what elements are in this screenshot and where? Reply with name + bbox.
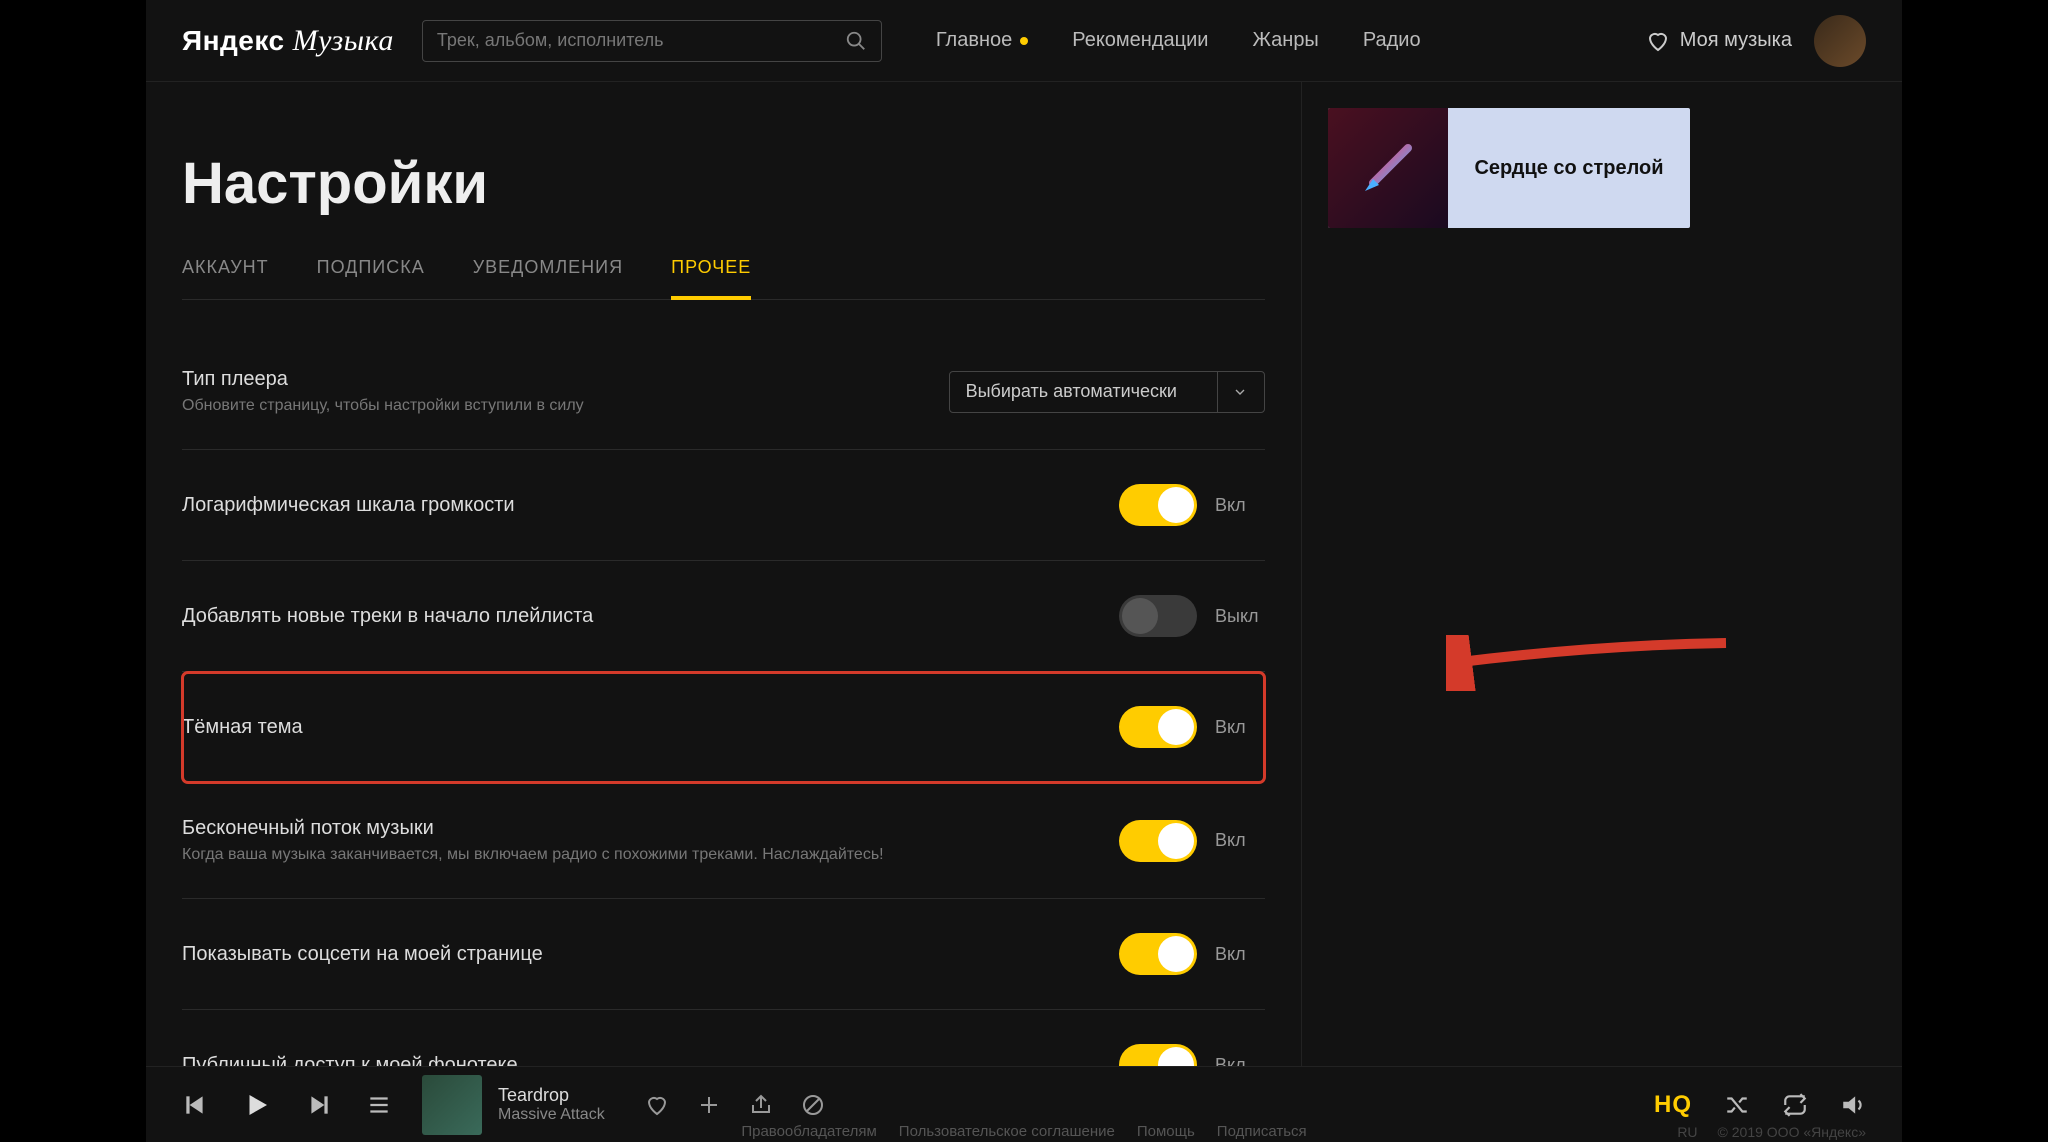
public-state: Вкл <box>1215 1055 1265 1067</box>
block-icon[interactable] <box>801 1093 825 1117</box>
dark-state: Вкл <box>1215 717 1265 738</box>
row-public: Публичный доступ к моей фонотеке Вкл <box>182 1010 1265 1066</box>
track-artist[interactable]: Massive Attack <box>498 1106 605 1124</box>
track-cover[interactable] <box>422 1075 482 1135</box>
tab-notifications[interactable]: УВЕДОМЛЕНИЯ <box>473 257 623 299</box>
page-title: Настройки <box>182 150 1265 217</box>
row-log-scale: Логарифмическая шкала громкости Вкл <box>182 450 1265 561</box>
promo-card[interactable]: Сердце со стрелой <box>1328 108 1690 228</box>
add-new-state: Выкл <box>1215 606 1265 627</box>
dark-toggle[interactable] <box>1119 706 1197 748</box>
add-icon[interactable] <box>697 1093 721 1117</box>
player-type-label: Тип плеера <box>182 368 584 391</box>
search-input[interactable] <box>437 30 845 51</box>
add-new-toggle[interactable] <box>1119 595 1197 637</box>
logo[interactable]: Яндекс Музыка <box>182 24 394 58</box>
public-toggle[interactable] <box>1119 1044 1197 1066</box>
add-new-label: Добавлять новые треки в начало плейлиста <box>182 605 593 628</box>
my-music-link[interactable]: Моя музыка <box>1646 29 1792 53</box>
player-bar: Teardrop Massive Attack HQ Правообладате… <box>146 1066 1902 1142</box>
player-type-select[interactable]: Выбирать автоматически <box>949 371 1265 413</box>
search-box[interactable] <box>422 20 882 62</box>
row-infinite: Бесконечный поток музыки Когда ваша музы… <box>182 783 1265 899</box>
infinite-label: Бесконечный поток музыки <box>182 817 884 840</box>
footer-agreement[interactable]: Пользовательское соглашение <box>899 1123 1115 1140</box>
footer-links: Правообладателям Пользовательское соглаш… <box>741 1123 1306 1140</box>
public-label: Публичный доступ к моей фонотеке <box>182 1054 518 1067</box>
nav-main-label: Главное <box>936 29 1012 52</box>
infinite-toggle[interactable] <box>1119 820 1197 862</box>
like-icon[interactable] <box>645 1093 669 1117</box>
hq-badge[interactable]: HQ <box>1654 1091 1692 1119</box>
footer-lang[interactable]: RU <box>1677 1124 1697 1140</box>
promo-art <box>1328 108 1448 228</box>
nav-main[interactable]: Главное <box>936 29 1028 52</box>
right-sidebar: Сердце со стрелой <box>1302 82 1902 1066</box>
track-title[interactable]: Teardrop <box>498 1085 605 1106</box>
tab-subscription[interactable]: ПОДПИСКА <box>317 257 425 299</box>
row-social: Показывать соцсети на моей странице Вкл <box>182 899 1265 1010</box>
shuffle-icon[interactable] <box>1724 1092 1750 1118</box>
footer-rights[interactable]: Правообладателям <box>741 1123 876 1140</box>
tab-other[interactable]: ПРОЧЕЕ <box>671 257 751 300</box>
repeat-icon[interactable] <box>1782 1092 1808 1118</box>
row-player-type: Тип плеера Обновите страницу, чтобы наст… <box>182 340 1265 450</box>
next-icon[interactable] <box>306 1092 332 1118</box>
log-scale-label: Логарифмическая шкала громкости <box>182 494 515 517</box>
queue-icon[interactable] <box>366 1092 392 1118</box>
promo-text: Сердце со стрелой <box>1448 157 1690 180</box>
search-icon[interactable] <box>845 30 867 52</box>
main-nav: Главное Рекомендации Жанры Радио <box>936 29 1421 52</box>
prev-icon[interactable] <box>182 1092 208 1118</box>
nav-radio[interactable]: Радио <box>1363 29 1421 52</box>
row-dark-theme: Тёмная тема Вкл <box>182 672 1265 783</box>
footer-help[interactable]: Помощь <box>1137 1123 1195 1140</box>
nav-genres[interactable]: Жанры <box>1252 29 1318 52</box>
chevron-down-icon <box>1217 372 1248 412</box>
heart-icon <box>1646 29 1670 53</box>
player-type-sub: Обновите страницу, чтобы настройки вступ… <box>182 397 584 415</box>
player-type-value: Выбирать автоматически <box>966 381 1177 402</box>
social-label: Показывать соцсети на моей странице <box>182 943 543 966</box>
play-icon[interactable] <box>242 1090 272 1120</box>
settings-content: Настройки АККАУНТ ПОДПИСКА УВЕДОМЛЕНИЯ П… <box>146 82 1302 1066</box>
header: Яндекс Музыка Главное Рекомендации Жанры… <box>146 0 1902 82</box>
logo-yandex: Яндекс <box>182 25 285 57</box>
footer-copy: © 2019 ООО «Яндекс» <box>1718 1124 1866 1140</box>
volume-icon[interactable] <box>1840 1092 1866 1118</box>
nav-dot-icon <box>1020 37 1028 45</box>
dark-label: Тёмная тема <box>182 716 303 739</box>
social-state: Вкл <box>1215 944 1265 965</box>
infinite-sub: Когда ваша музыка заканчивается, мы вклю… <box>182 846 884 864</box>
settings-tabs: АККАУНТ ПОДПИСКА УВЕДОМЛЕНИЯ ПРОЧЕЕ <box>182 257 1265 300</box>
social-toggle[interactable] <box>1119 933 1197 975</box>
my-music-label: Моя музыка <box>1680 29 1792 52</box>
log-scale-state: Вкл <box>1215 495 1265 516</box>
infinite-state: Вкл <box>1215 830 1265 851</box>
log-scale-toggle[interactable] <box>1119 484 1197 526</box>
tab-account[interactable]: АККАУНТ <box>182 257 269 299</box>
avatar[interactable] <box>1814 15 1866 67</box>
row-add-new: Добавлять новые треки в начало плейлиста… <box>182 561 1265 672</box>
nav-rec[interactable]: Рекомендации <box>1072 29 1208 52</box>
footer-subscribe[interactable]: Подписаться <box>1217 1123 1307 1140</box>
logo-music: Музыка <box>293 24 394 58</box>
share-icon[interactable] <box>749 1093 773 1117</box>
footer-note: RU © 2019 ООО «Яндекс» <box>1677 1124 1866 1140</box>
